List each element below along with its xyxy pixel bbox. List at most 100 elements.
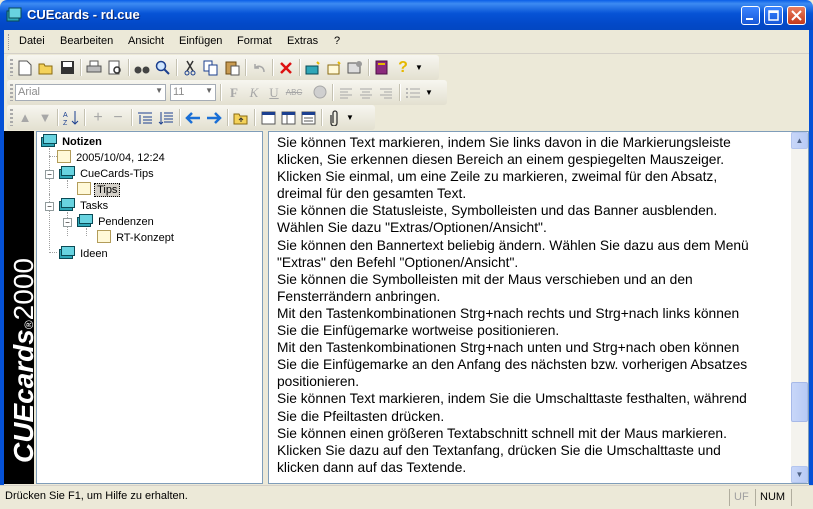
vertical-scrollbar[interactable]: ▲ ▼ (791, 132, 808, 483)
separator (57, 109, 59, 126)
note-text[interactable]: Sie können Text markieren, indem Sie lin… (277, 134, 787, 476)
toolbar-grip[interactable] (10, 59, 13, 76)
tree-label-ideen: Ideen (80, 248, 108, 260)
attach-button[interactable] (325, 108, 345, 127)
font-size-combo[interactable]: 11 ▼ (170, 84, 216, 101)
notes-tree[interactable]: Notizen 2005/10/04, 12:24 − CueCards-Tip… (36, 131, 263, 484)
separator (368, 59, 370, 76)
font-family-combo[interactable]: Arial ▼ (15, 84, 166, 101)
menu-einfuegen[interactable]: Einfügen (179, 35, 222, 47)
menu-extras[interactable]: Extras (287, 35, 318, 47)
underline-button[interactable]: U (264, 83, 284, 102)
save-button[interactable] (57, 58, 77, 77)
collapse-toggle[interactable]: − (63, 218, 72, 227)
collapse-toggle[interactable]: − (45, 202, 54, 211)
strikethrough-button[interactable]: ABC (284, 83, 304, 102)
scroll-thumb[interactable] (791, 382, 808, 422)
minus-icon: − (113, 108, 123, 126)
copy-icon (203, 60, 218, 75)
layout-two-button[interactable] (278, 108, 298, 127)
collapse-button[interactable]: − (108, 108, 128, 127)
menu-format[interactable]: Format (237, 35, 272, 47)
chevron-down-icon: ▼ (155, 86, 163, 95)
tree-line (49, 156, 57, 157)
align-left-button[interactable] (336, 83, 356, 102)
underline-icon: U (269, 84, 279, 100)
layout-one-button[interactable] (258, 108, 278, 127)
scroll-up-button[interactable]: ▲ (791, 132, 808, 149)
copy-button[interactable] (201, 58, 221, 77)
toolbar-options-button[interactable]: ▼ (423, 83, 435, 102)
arrow-up-icon: ▲ (18, 110, 32, 125)
tree-node-ideen[interactable]: Ideen (59, 246, 110, 262)
save-disk-icon (60, 61, 74, 74)
text-line: Sie die Pfeiltasten drücken. (277, 408, 445, 424)
close-icon (791, 10, 802, 21)
collapse-all-button[interactable] (156, 108, 176, 127)
sort-button[interactable]: AZ (61, 108, 81, 127)
text-line: Fensterrändern anbringen. (277, 288, 441, 304)
toolbar-grip[interactable] (10, 109, 13, 126)
tree-node-tips[interactable]: Tips (77, 182, 121, 198)
menu-help[interactable]: ? (334, 35, 340, 47)
context-help-button[interactable]: ? (393, 58, 413, 77)
toolbar-options-button[interactable]: ▼ (344, 108, 356, 127)
find-button[interactable] (132, 58, 152, 77)
window-frame-right (809, 30, 813, 508)
forward-button[interactable] (204, 108, 224, 127)
tree-node-notizen[interactable]: Notizen (41, 134, 104, 150)
menu-grip[interactable] (8, 34, 12, 50)
parent-level-button[interactable] (231, 108, 251, 127)
bold-button[interactable]: F (224, 83, 244, 102)
italic-button[interactable]: K (244, 83, 264, 102)
search-button[interactable] (153, 58, 173, 77)
delete-button[interactable] (276, 58, 296, 77)
print-preview-button[interactable] (105, 58, 125, 77)
print-button[interactable] (84, 58, 104, 77)
close-button[interactable] (787, 6, 806, 25)
move-down-button[interactable]: ▼ (35, 108, 55, 127)
color-button[interactable] (310, 83, 330, 102)
tree-node-tasks[interactable]: Tasks (59, 198, 110, 214)
chevron-down-icon: ▼ (205, 86, 213, 95)
note-editor[interactable]: Sie können Text markieren, indem Sie lin… (268, 131, 809, 484)
size-grip[interactable] (791, 489, 812, 506)
align-right-button[interactable] (376, 83, 396, 102)
title-bar[interactable]: CUEcards - rd.cue (0, 0, 813, 30)
toolbar-grip[interactable] (10, 84, 13, 101)
collapse-toggle[interactable]: − (45, 170, 54, 179)
undo-button[interactable] (249, 58, 269, 77)
move-up-button[interactable]: ▲ (15, 108, 35, 127)
back-button[interactable] (183, 108, 203, 127)
scroll-down-button[interactable]: ▼ (791, 466, 808, 483)
expand-button[interactable]: + (88, 108, 108, 127)
new-note-button[interactable] (324, 58, 344, 77)
tree-node-cuecards-tips[interactable]: CueCards-Tips (59, 166, 156, 182)
expand-all-button[interactable] (135, 108, 155, 127)
paste-button[interactable] (222, 58, 242, 77)
open-button[interactable] (36, 58, 56, 77)
properties-button[interactable] (345, 58, 365, 77)
folder-icon (41, 134, 57, 147)
menu-ansicht[interactable]: Ansicht (128, 35, 164, 47)
tree-node-pendenzen[interactable]: Pendenzen (77, 214, 156, 230)
bullets-button[interactable] (403, 83, 423, 102)
align-left-icon (340, 88, 352, 98)
new-folder-button[interactable] (303, 58, 323, 77)
menu-bearbeiten[interactable]: Bearbeiten (60, 35, 113, 47)
help-book-button[interactable] (372, 58, 392, 77)
maximize-button[interactable] (764, 6, 783, 25)
align-center-button[interactable] (356, 83, 376, 102)
app-icon[interactable] (6, 7, 22, 22)
menu-datei[interactable]: Datei (19, 35, 45, 47)
toolbar-options-button[interactable]: ▼ (413, 58, 425, 77)
minimize-button[interactable] (741, 6, 760, 25)
cut-button[interactable] (180, 58, 200, 77)
layout-three-button[interactable] (298, 108, 318, 127)
tree-node-date[interactable]: 2005/10/04, 12:24 (57, 150, 167, 166)
minimize-icon (746, 18, 753, 20)
tree-node-rt-konzept[interactable]: RT-Konzept (97, 230, 176, 246)
separator (254, 109, 256, 126)
sort-az-icon: AZ (63, 110, 79, 126)
new-button[interactable] (15, 58, 35, 77)
